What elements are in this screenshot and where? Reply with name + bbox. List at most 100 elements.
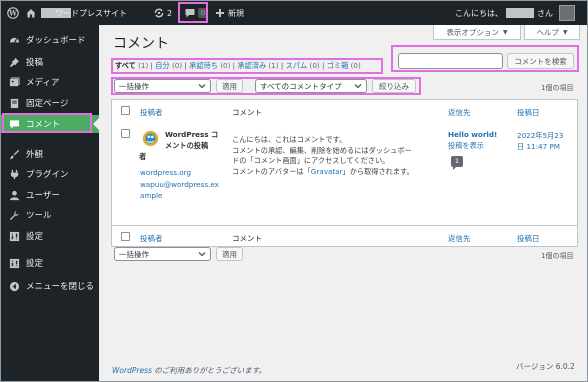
settings-icon	[8, 257, 20, 269]
bulk-action-value: 一括操作	[119, 249, 149, 259]
comment-line: こんにちは、これはコメントです。	[232, 135, 347, 144]
highlight-comments-menu	[178, 2, 208, 23]
new-content-menu[interactable]: 新規	[214, 1, 244, 25]
brush-icon	[8, 148, 20, 160]
collapse-menu-button[interactable]: メニューを閉じる	[1, 277, 99, 295]
apply-button-bottom[interactable]: 適用	[216, 247, 243, 261]
current-menu-arrow	[93, 118, 99, 130]
sidebar-item-tools[interactable]: ツール	[1, 206, 99, 224]
bulk-action-select-bottom[interactable]: 一括操作	[114, 247, 211, 261]
author-email-line: ample	[140, 191, 163, 200]
help-button[interactable]: ヘルプ ▼	[524, 25, 580, 40]
wp-logo-icon[interactable]: W	[7, 1, 19, 25]
comment-line: コメントの承認、編集、削除を始めるにはダッシュボー	[232, 145, 412, 155]
chevron-down-icon	[198, 250, 206, 260]
post-comment-count-badge[interactable]: 1	[451, 156, 463, 170]
select-all-checkbox-bottom[interactable]	[121, 232, 130, 241]
comment-author-name: WordPress コ メントの投稿 者	[139, 129, 221, 161]
screen-options-label: 表示オプション	[446, 27, 499, 37]
sidebar-item-plugins[interactable]: プラグイン	[1, 165, 99, 183]
sidebar-item-label: 投稿	[26, 58, 44, 68]
my-account-menu[interactable]: こんにちは、 さん	[455, 1, 575, 25]
wordpress-link[interactable]: WordPress	[112, 366, 152, 375]
highlight-comments-menu-item	[2, 113, 92, 133]
sidebar-item-settings[interactable]: 設定	[1, 227, 99, 245]
updates-menu[interactable]: 2	[153, 1, 172, 25]
user-avatar	[559, 5, 575, 21]
sidebar-item-users[interactable]: ユーザー	[1, 186, 99, 204]
pin-icon	[8, 56, 20, 68]
media-icon	[8, 76, 20, 88]
table-header-row: 投稿者 コメント 返信先 投稿日	[112, 100, 577, 123]
sidebar-item-appearance[interactable]: 外観	[1, 145, 99, 163]
comment-line: コメントのアバターは「Gravatar」から取得されます。	[232, 167, 442, 178]
admin-bar: W ワードプレスサイト 2 0 新規 こんにちは、 さん	[1, 1, 587, 25]
new-label: 新規	[228, 8, 244, 18]
items-count-bottom: 1個の項目	[541, 252, 574, 260]
comment-date-link[interactable]: 2022年5月23 日 11:47 PM	[517, 130, 577, 152]
author-name-line: 者	[139, 152, 147, 161]
response-post-link[interactable]: Hello world!	[448, 130, 497, 139]
caret-down-icon: ▼	[562, 28, 568, 36]
site-menu[interactable]: ワードプレスサイト	[25, 1, 127, 25]
admin-sidebar: ダッシュボード 投稿 メディア 固定ページ コメント 外観 プラグイン ユーザー…	[1, 25, 99, 381]
browser-frame: W ワードプレスサイト 2 0 新規 こんにちは、 さん ダッシュボード 投稿 …	[0, 0, 588, 382]
gravatar-link[interactable]: Gravatar	[311, 167, 343, 176]
greeting-prefix: こんにちは、	[455, 8, 503, 18]
help-label: ヘルプ	[536, 27, 559, 37]
highlight-status-links	[111, 58, 383, 74]
user-icon	[8, 189, 20, 201]
footer-version: バージョン 6.0.2	[516, 362, 575, 371]
highlight-search	[391, 45, 579, 72]
settings-icon	[8, 230, 20, 242]
plugin-icon	[8, 168, 20, 180]
home-icon	[26, 9, 36, 18]
sidebar-item-label: プラグイン	[26, 170, 69, 180]
sidebar-item-label: 設定	[26, 259, 44, 269]
sidebar-item-label: ツール	[26, 211, 52, 221]
comment-line: ドの「コメント画面」にアクセスしてください。	[232, 156, 390, 165]
column-author-header[interactable]: 投稿者	[140, 107, 163, 118]
row-checkbox[interactable]	[121, 129, 130, 138]
greeting-suffix: さん	[537, 8, 553, 18]
view-post-link[interactable]: 投稿を表示	[448, 141, 484, 151]
sidebar-item-media[interactable]: メディア	[1, 73, 99, 91]
table-footer-row: 投稿者 コメント 返信先 投稿日	[112, 225, 577, 248]
date-line: 日 11:47 PM	[517, 142, 561, 151]
column-date-header[interactable]: 投稿日	[517, 107, 540, 118]
site-name: ワードプレスサイト	[55, 8, 127, 18]
sidebar-item-pages[interactable]: 固定ページ	[1, 94, 99, 112]
select-all-checkbox[interactable]	[121, 106, 130, 115]
page-icon	[8, 97, 20, 109]
sidebar-item-label: 設定	[26, 232, 44, 242]
column-response-header[interactable]: 返信先	[448, 107, 471, 118]
sidebar-item-settings-2[interactable]: 設定	[1, 254, 99, 272]
column-response-footer[interactable]: 返信先	[448, 233, 471, 244]
sidebar-item-label: ダッシュボード	[26, 36, 86, 46]
author-name-line: WordPress コ	[165, 130, 219, 139]
caret-down-icon: ▼	[502, 28, 508, 36]
footer-thanks-text: のご利用ありがとうございます。	[151, 366, 267, 375]
column-date-footer[interactable]: 投稿日	[517, 233, 540, 244]
items-count: 1個の項目	[541, 84, 574, 92]
sidebar-item-dashboard[interactable]: ダッシュボード	[1, 31, 99, 49]
updates-icon	[154, 8, 164, 18]
dashboard-icon	[8, 34, 20, 46]
comment-line-prefix: コメントのアバターは「	[232, 166, 311, 176]
author-email-line: wapuu@wordpress.ex	[140, 180, 219, 189]
avatar	[142, 130, 159, 147]
svg-text:W: W	[8, 9, 17, 18]
author-email-link[interactable]: wapuu@wordpress.ex ample	[140, 179, 222, 201]
date-line: 2022年5月23	[517, 131, 564, 140]
comments-table: 投稿者 コメント 返信先 投稿日 WordPress コ メントの投稿 者 wo…	[111, 99, 578, 247]
column-comment-footer: コメント	[232, 234, 262, 243]
sidebar-item-posts[interactable]: 投稿	[1, 53, 99, 71]
author-url-link[interactable]: wordpress.org	[140, 168, 191, 177]
column-author-footer[interactable]: 投稿者	[140, 233, 163, 244]
updates-count: 2	[167, 8, 173, 18]
footer-thanks: WordPress のご利用ありがとうございます。	[112, 365, 266, 376]
author-name-line: メントの投稿	[165, 141, 209, 150]
screen-options-button[interactable]: 表示オプション ▼	[433, 25, 521, 40]
collapse-icon	[8, 280, 20, 292]
username-redacted	[506, 8, 534, 18]
